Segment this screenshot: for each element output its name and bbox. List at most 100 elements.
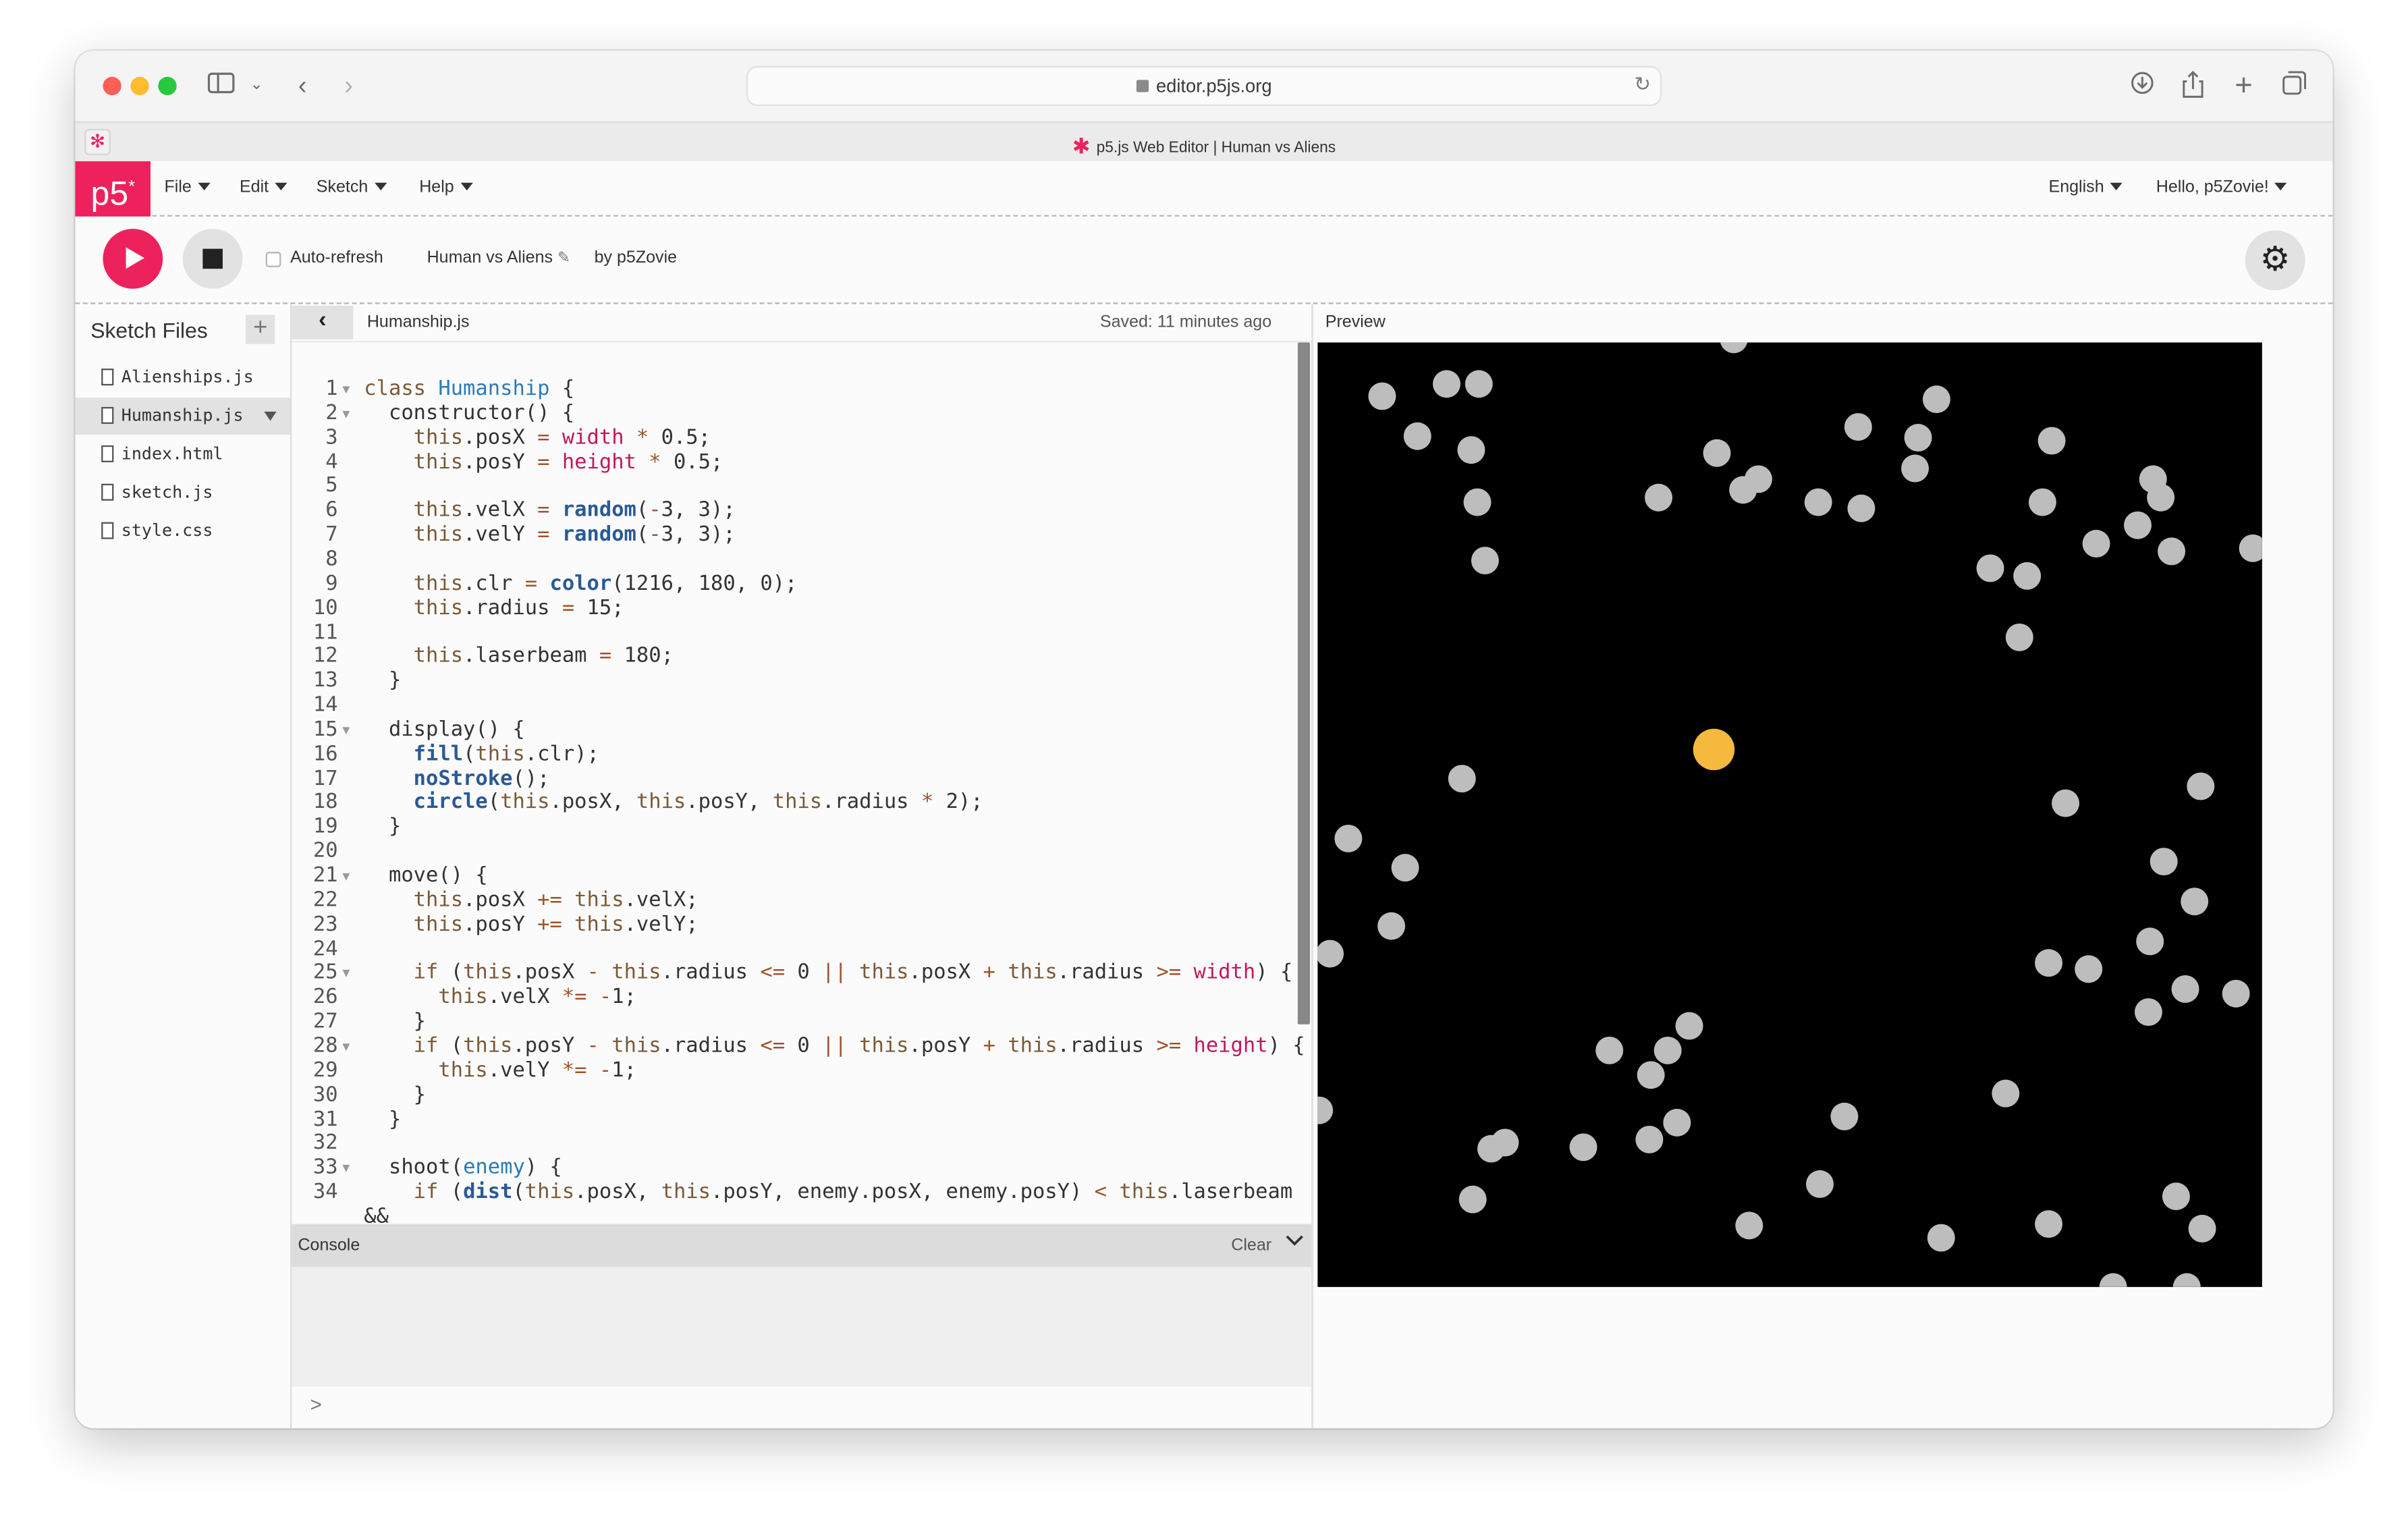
minimize-window-button[interactable] (130, 76, 149, 96)
code-line[interactable]: 27 } (292, 1010, 1311, 1035)
collapse-sidebar-button[interactable]: ‹ (292, 305, 354, 339)
close-window-button[interactable] (103, 76, 121, 96)
chevron-down-icon[interactable] (1286, 1232, 1304, 1253)
file-item-style[interactable]: style.css (75, 513, 290, 550)
code-line[interactable]: 32 (292, 1133, 1311, 1157)
code-line[interactable]: 16 fill(this.clr); (292, 743, 1311, 767)
fold-arrow-icon[interactable]: ▼ (342, 962, 350, 986)
file-name: index.html (121, 443, 223, 464)
code-line[interactable]: 14 (292, 694, 1311, 719)
reload-icon[interactable]: ↻ (1634, 72, 1651, 97)
add-file-button[interactable]: + (246, 315, 275, 344)
line-number: 12 (312, 645, 338, 669)
code-line[interactable]: 19 } (292, 816, 1311, 840)
alien-ship (1458, 1185, 1487, 1213)
play-button[interactable] (103, 229, 163, 289)
file-options-caret-icon[interactable] (264, 411, 277, 421)
code-line[interactable]: 15 ▼ display() { (292, 719, 1311, 743)
language-menu[interactable]: English (2049, 178, 2123, 196)
fold-arrow-icon[interactable]: ▼ (342, 719, 350, 743)
user-menu[interactable]: Hello, p5Zovie! (2156, 178, 2288, 196)
address-bar[interactable]: editor.p5js.org ↻ (746, 65, 1662, 107)
editor-file-name: Humanship.js (366, 313, 470, 332)
code-line[interactable]: 30 } (292, 1084, 1311, 1108)
alien-ship (2037, 427, 2066, 455)
code-line[interactable]: && (292, 1205, 1311, 1224)
code-text: } (364, 1010, 427, 1034)
fold-arrow-icon[interactable]: ▼ (342, 1157, 350, 1181)
auto-refresh-checkbox[interactable] (265, 252, 281, 267)
alien-ship (1317, 1096, 1334, 1124)
stop-button[interactable] (182, 229, 243, 289)
new-tab-icon[interactable]: + (2230, 71, 2258, 102)
code-text: this.velY = random(-3, 3); (413, 524, 736, 547)
editor-scrollbar[interactable] (1297, 342, 1311, 1025)
code-text: constructor() { (364, 402, 575, 425)
code-line[interactable]: 7 this.velY = random(-3, 3); (292, 524, 1311, 548)
code-line[interactable]: 10 this.radius = 15; (292, 597, 1311, 621)
code-line[interactable]: 4 this.posY = height * 0.5; (292, 451, 1311, 475)
back-icon[interactable]: ‹ (290, 71, 314, 102)
fold-arrow-icon[interactable]: ▼ (342, 402, 350, 427)
code-line[interactable]: 25 ▼ if (this.posX - this.radius <= 0 || … (292, 962, 1311, 986)
chevron-down-icon[interactable]: ⌄ (247, 71, 265, 102)
code-line[interactable]: 6 this.velX = random(-3, 3); (292, 499, 1311, 524)
code-line[interactable]: 5 (292, 475, 1311, 499)
fold-arrow-icon[interactable]: ▼ (342, 1035, 350, 1060)
code-line[interactable]: 34 if (dist(this.posX, this.posY, enemy.… (292, 1181, 1311, 1205)
zoom-window-button[interactable] (158, 76, 177, 96)
code-line[interactable]: 33 ▼ shoot(enemy) { (292, 1157, 1311, 1181)
fold-arrow-icon[interactable]: ▼ (342, 378, 350, 402)
share-icon[interactable] (2179, 70, 2207, 106)
file-item-humanship[interactable]: Humanship.js (75, 398, 291, 435)
code-line[interactable]: 1 ▼ class Humanship { (292, 378, 1311, 402)
menu-edit[interactable]: Edit (240, 178, 288, 196)
line-number: 31 (312, 1108, 338, 1131)
code-line[interactable]: 31 } (292, 1108, 1311, 1133)
fold-arrow-icon[interactable]: ▼ (342, 865, 350, 889)
code-line[interactable]: 20 (292, 840, 1311, 865)
code-line[interactable]: 2 ▼ constructor() { (292, 402, 1311, 427)
file-item-alienships[interactable]: Alienships.js (75, 359, 290, 396)
sketch-files-sidebar: Sketch Files + Alienships.js Humanship.j… (75, 304, 292, 1429)
code-editor[interactable]: 1 ▼ class Humanship {2 ▼ constructor() {3 t… (292, 342, 1312, 1224)
alien-ship (1830, 1102, 1859, 1130)
menu-file[interactable]: File (164, 178, 211, 196)
tab-overview-icon[interactable] (2280, 71, 2308, 103)
p5-logo[interactable]: p5* (75, 161, 150, 217)
code-line[interactable]: 22 this.posX += this.velX; (292, 889, 1311, 913)
code-line[interactable]: 29 this.velY *= -1; (292, 1060, 1311, 1084)
code-line[interactable]: 3 this.posX = width * 0.5; (292, 427, 1311, 451)
file-item-index[interactable]: index.html (75, 436, 290, 473)
code-line[interactable]: 13 } (292, 670, 1311, 694)
sidebar-toggle-icon[interactable] (207, 71, 235, 103)
line-number: 18 (312, 791, 338, 815)
file-item-sketch[interactable]: sketch.js (75, 474, 290, 512)
auto-refresh-label[interactable]: Auto-refresh (290, 249, 383, 267)
code-line[interactable]: 26 this.velX *= -1; (292, 986, 1311, 1010)
code-line[interactable]: 28 ▼ if (this.posY - this.radius <= 0 || … (292, 1035, 1311, 1060)
human-ship (1693, 728, 1735, 771)
code-line[interactable]: 12 this.laserbeam = 180; (292, 645, 1311, 670)
console-clear-button[interactable]: Clear (1231, 1236, 1271, 1255)
code-line[interactable]: 18 circle(this.posX, this.posY, this.rad… (292, 792, 1311, 816)
code-line[interactable]: 21 ▼ move() { (292, 865, 1311, 889)
code-line[interactable]: 23 this.posY += this.velY; (292, 913, 1311, 937)
sketch-name[interactable]: Human vs Aliens ✎ (427, 249, 570, 267)
code-line[interactable]: 17 noStroke(); (292, 767, 1311, 792)
active-tab[interactable]: ✱ p5.js Web Editor | Human vs Aliens (75, 132, 2332, 158)
console-input[interactable]: > (292, 1386, 1312, 1429)
menu-help[interactable]: Help (419, 178, 473, 196)
sketch-canvas[interactable] (1317, 342, 2262, 1287)
code-line[interactable]: 24 (292, 937, 1311, 962)
sidebar-title: Sketch Files (90, 318, 208, 343)
code-line[interactable]: 11 (292, 621, 1311, 645)
code-line[interactable]: 9 this.clr = color(1216, 180, 0); (292, 572, 1311, 597)
download-icon[interactable] (2129, 71, 2156, 103)
forward-icon[interactable]: › (336, 71, 360, 102)
code-line[interactable]: 8 (292, 548, 1311, 572)
settings-button[interactable]: ⚙ (2245, 230, 2305, 291)
sketch-author[interactable]: by p5Zovie (595, 249, 677, 267)
pencil-icon[interactable]: ✎ (557, 250, 570, 267)
menu-sketch[interactable]: Sketch (317, 178, 387, 196)
